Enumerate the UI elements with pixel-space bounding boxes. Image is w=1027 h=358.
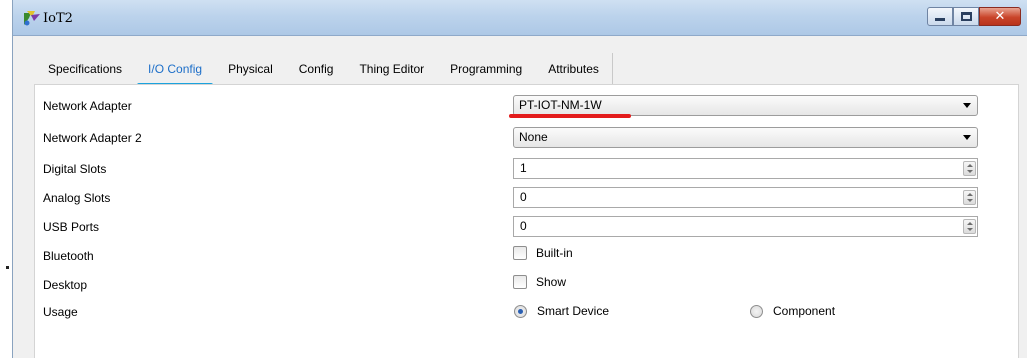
spin-arrows-icon[interactable]: [963, 161, 976, 176]
maximize-icon[interactable]: [953, 7, 979, 26]
bluetooth-option-label: Built-in: [536, 246, 573, 260]
usb-ports-label: USB Ports: [43, 220, 100, 234]
usb-ports-value: 0: [520, 219, 527, 233]
analog-slots-label: Analog Slots: [43, 191, 111, 205]
spin-arrows-icon[interactable]: [963, 219, 976, 234]
usage-label: Usage: [43, 305, 78, 319]
window-controls: ✕: [927, 7, 1021, 26]
tab-specifications[interactable]: Specifications: [35, 55, 135, 83]
digital-slots-label: Digital Slots: [43, 162, 107, 176]
close-icon[interactable]: ✕: [979, 7, 1021, 26]
usage-smart-device-radio[interactable]: Smart Device: [514, 304, 609, 318]
bluetooth-label: Bluetooth: [43, 249, 94, 263]
red-annotation-underline: [509, 114, 631, 118]
tab-divider: [611, 53, 613, 85]
tab-physical[interactable]: Physical: [215, 55, 286, 83]
tab-config[interactable]: Config: [286, 55, 347, 83]
tab-programming[interactable]: Programming: [437, 55, 535, 83]
analog-slots-value: 0: [520, 190, 527, 204]
desktop-label: Desktop: [43, 278, 88, 292]
edge-mark: [6, 266, 9, 269]
chevron-down-icon: [963, 135, 971, 140]
spin-arrows-icon[interactable]: [963, 190, 976, 205]
tab-attributes[interactable]: Attributes: [535, 55, 612, 83]
network-adapter-label: Network Adapter: [43, 99, 132, 113]
tab-thing-editor[interactable]: Thing Editor: [346, 55, 437, 83]
network-adapter-2-value: None: [519, 130, 548, 144]
checkbox-icon[interactable]: [513, 246, 527, 260]
window-title: IoT2: [43, 11, 73, 26]
digital-slots-spinbox[interactable]: 1: [513, 158, 978, 179]
radio-unselected-icon[interactable]: [750, 304, 763, 318]
minimize-icon[interactable]: [927, 7, 953, 26]
radio-selected-icon[interactable]: [514, 304, 527, 318]
network-adapter-2-select[interactable]: None: [513, 127, 978, 148]
desktop-option-label: Show: [536, 275, 567, 289]
desktop-show-checkbox[interactable]: Show: [513, 275, 566, 289]
component-label: Component: [773, 304, 836, 318]
analog-slots-spinbox[interactable]: 0: [513, 187, 978, 208]
chevron-down-icon: [963, 103, 971, 108]
network-adapter-select[interactable]: PT-IOT-NM-1W: [513, 95, 978, 116]
iot-device-icon: [24, 11, 40, 26]
usage-component-radio[interactable]: Component: [750, 304, 835, 318]
smart-device-label: Smart Device: [537, 304, 610, 318]
network-adapter-value: PT-IOT-NM-1W: [519, 98, 602, 112]
tab-bar: Specifications I/O Config Physical Confi…: [35, 53, 613, 87]
bluetooth-builtin-checkbox[interactable]: Built-in: [513, 246, 573, 260]
digital-slots-value: 1: [520, 161, 527, 175]
usb-ports-spinbox[interactable]: 0: [513, 216, 978, 237]
checkbox-icon[interactable]: [513, 275, 527, 289]
title-bar[interactable]: IoT2 ✕: [13, 0, 1027, 36]
network-adapter-2-label: Network Adapter 2: [43, 131, 142, 145]
tab-io-config[interactable]: I/O Config: [135, 55, 215, 87]
